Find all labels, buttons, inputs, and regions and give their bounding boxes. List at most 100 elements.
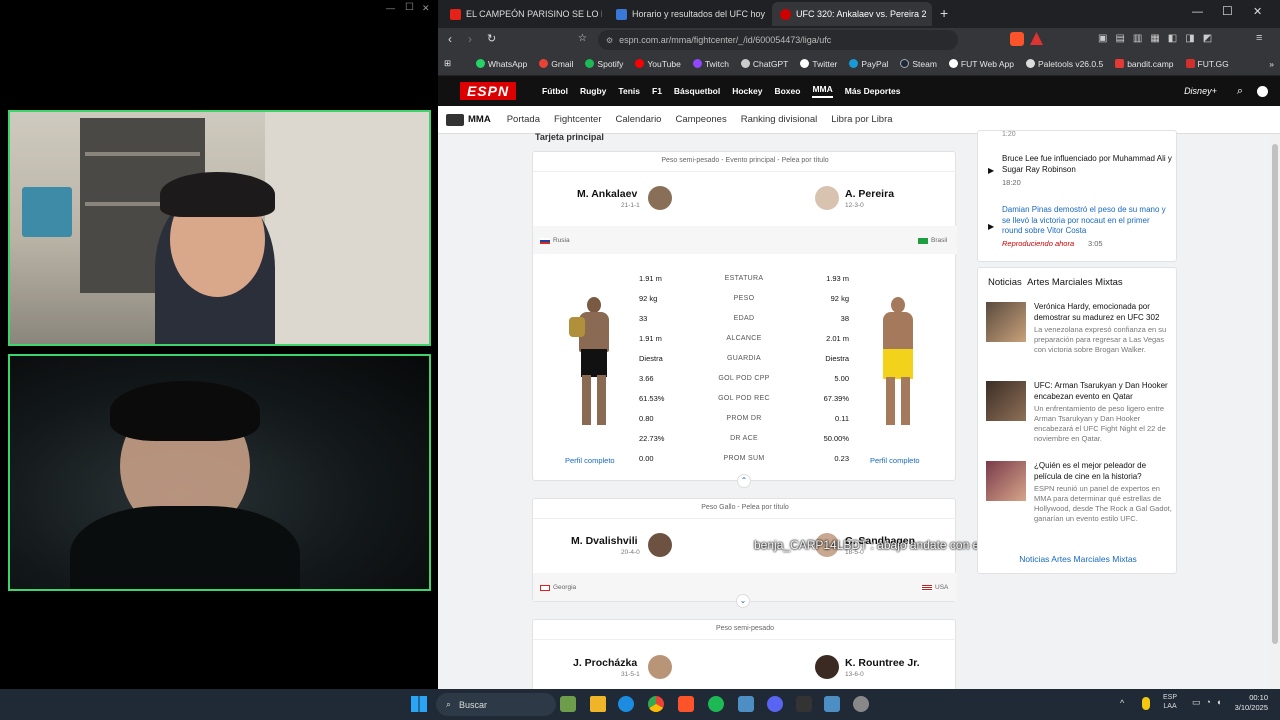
forward-icon[interactable]: ›: [468, 32, 472, 46]
obs-icon[interactable]: [853, 696, 869, 712]
bookmark-spotify[interactable]: Spotify: [579, 59, 629, 69]
fighter-right-avatar[interactable]: [815, 186, 839, 210]
more-news-link[interactable]: Noticias Artes Marciales Mixtas: [978, 554, 1178, 564]
bookmark-paypal[interactable]: PayPal: [843, 59, 894, 69]
close-window-icon[interactable]: ✕: [1253, 5, 1262, 18]
network-sound-battery-icons[interactable]: ▭◔◖: [1192, 697, 1226, 708]
apps-icon[interactable]: ⊞: [438, 58, 470, 69]
subnav-calendario[interactable]: Calendario: [616, 114, 662, 125]
widgets-icon[interactable]: [560, 696, 576, 712]
bookmark-gmail[interactable]: Gmail: [533, 59, 579, 69]
site-info-icon[interactable]: ⚙: [606, 36, 613, 45]
scrollbar[interactable]: [1270, 134, 1280, 689]
play-icon[interactable]: ▶: [988, 222, 994, 231]
bookmark-steam[interactable]: Steam: [894, 59, 943, 69]
news-headline[interactable]: Verónica Hardy, emocionada por demostrar…: [1034, 302, 1174, 323]
spotify-icon[interactable]: [708, 696, 724, 712]
brave-shield-icon[interactable]: [1010, 32, 1024, 46]
nav-f1[interactable]: F1: [652, 86, 662, 96]
fighter-left-name[interactable]: J. Procházka: [573, 657, 637, 669]
espn-logo[interactable]: ESPN: [460, 82, 516, 100]
obs-minimize-icon[interactable]: —: [386, 3, 395, 13]
news-thumbnail[interactable]: [986, 461, 1026, 501]
collapse-icon[interactable]: ⌃: [737, 474, 751, 488]
disney-plus-icon[interactable]: Disney+: [1184, 86, 1217, 96]
microphone-icon[interactable]: [1142, 697, 1150, 710]
nav-mas-deportes[interactable]: Más Deportes: [845, 86, 901, 96]
obs-maximize-icon[interactable]: ☐: [405, 2, 414, 13]
edge-icon[interactable]: [618, 696, 634, 712]
subnav-fightcenter[interactable]: Fightcenter: [554, 114, 602, 125]
reload-icon[interactable]: ↻: [487, 32, 496, 45]
bookmark-futgg[interactable]: FUT.GG: [1180, 59, 1235, 69]
bookmark-twitch[interactable]: Twitch: [687, 59, 735, 69]
fighter-left-name[interactable]: M. Dvalishvili: [571, 535, 638, 547]
extensions-icons[interactable]: ▣▤▥▦◧◨◩: [1098, 33, 1220, 44]
tab-espn-ufc320[interactable]: UFC 320: Ankalaev vs. Pereira 2 ✕: [772, 2, 932, 26]
file-explorer-icon[interactable]: [590, 696, 606, 712]
fighter-left-avatar[interactable]: [648, 186, 672, 210]
brave-icon[interactable]: [678, 696, 694, 712]
right-profile-link[interactable]: Perfil completo: [870, 456, 920, 465]
minimize-icon[interactable]: —: [1192, 6, 1203, 18]
fighter-right-name[interactable]: A. Pereira: [845, 188, 894, 200]
new-tab-button[interactable]: +: [940, 5, 948, 21]
bookmark-paletools[interactable]: Paletools v26.0.5: [1020, 59, 1109, 69]
fighter-left-avatar[interactable]: [648, 655, 672, 679]
play-icon[interactable]: ▶: [988, 166, 994, 175]
bookmark-whatsapp[interactable]: WhatsApp: [470, 59, 533, 69]
fighter-left-avatar[interactable]: [648, 533, 672, 557]
tab-youtube[interactable]: EL CAMPEÓN PARISINO SE LO DIO V: [442, 2, 602, 26]
taskbar-search[interactable]: ⌕ Buscar: [436, 693, 556, 716]
more-bookmarks-icon[interactable]: »: [1263, 59, 1280, 69]
discord-icon[interactable]: [767, 696, 783, 712]
nav-mma[interactable]: MMA: [812, 84, 833, 98]
epic-games-icon[interactable]: [796, 696, 812, 712]
chrome-icon[interactable]: [648, 696, 664, 712]
search-icon[interactable]: ⌕: [1237, 85, 1243, 98]
fighter-left-name[interactable]: M. Ankalaev: [577, 188, 637, 200]
nav-boxeo[interactable]: Boxeo: [774, 86, 800, 96]
nav-hockey[interactable]: Hockey: [732, 86, 762, 96]
nav-futbol[interactable]: Fútbol: [542, 86, 568, 96]
news-thumbnail[interactable]: [986, 381, 1026, 421]
news-thumbnail[interactable]: [986, 302, 1026, 342]
subnav-ranking[interactable]: Ranking divisional: [741, 114, 818, 125]
video-title[interactable]: Bruce Lee fue influenciado por Muhammad …: [1002, 154, 1172, 175]
user-icon[interactable]: [1257, 85, 1268, 97]
subnav-portada[interactable]: Portada: [507, 114, 540, 125]
nav-basquetbol[interactable]: Básquetbol: [674, 86, 720, 96]
nav-tenis[interactable]: Tenis: [618, 86, 640, 96]
windows-start-icon[interactable]: [411, 696, 427, 712]
bookmark-fut-web-app[interactable]: FUT Web App: [943, 59, 1020, 69]
fighter-right-name[interactable]: K. Rountree Jr.: [845, 657, 920, 669]
left-profile-link[interactable]: Perfil completo: [565, 456, 615, 465]
clock[interactable]: 00:10 3/10/2025: [1230, 693, 1268, 713]
obs-close-icon[interactable]: ✕: [422, 3, 430, 14]
maximize-icon[interactable]: ☐: [1222, 4, 1233, 18]
scrollbar-thumb[interactable]: [1272, 144, 1278, 644]
menu-icon[interactable]: ≡: [1256, 32, 1262, 44]
bookmark-youtube[interactable]: YouTube: [629, 59, 686, 69]
news-headline[interactable]: UFC: Arman Tsarukyan y Dan Hooker encabe…: [1034, 381, 1174, 402]
bookmark-icon[interactable]: ☆: [578, 33, 587, 44]
brave-rewards-icon[interactable]: [1030, 32, 1043, 45]
bookmark-chatgpt[interactable]: ChatGPT: [735, 59, 794, 69]
subnav-campeones[interactable]: Campeones: [675, 114, 726, 125]
video-title-playing[interactable]: Damian Pinas demostró el peso de su mano…: [1002, 205, 1172, 237]
steam-icon[interactable]: [738, 696, 754, 712]
tray-chevron-icon[interactable]: ^: [1120, 698, 1124, 708]
fighter-right-avatar[interactable]: [815, 655, 839, 679]
tab-ufc-schedule[interactable]: Horario y resultados del UFC hoy | Sá: [608, 2, 766, 26]
bookmark-bandit[interactable]: bandit.camp: [1109, 59, 1179, 69]
language-indicator[interactable]: ESP LAA: [1163, 693, 1177, 711]
bookmark-twitter[interactable]: Twitter: [794, 59, 843, 69]
news-headline[interactable]: ¿Quién es el mejor peleador de película …: [1034, 461, 1174, 482]
mma-section-title[interactable]: MMA: [468, 114, 491, 125]
steam-icon-2[interactable]: [824, 696, 840, 712]
nav-rugby[interactable]: Rugby: [580, 86, 606, 96]
subnav-libra-por-libra[interactable]: Libra por Libra: [831, 114, 892, 125]
back-icon[interactable]: ‹: [448, 32, 452, 46]
expand-icon[interactable]: ⌄: [736, 594, 750, 608]
address-bar[interactable]: ⚙ espn.com.ar/mma/fightcenter/_/id/60005…: [598, 30, 958, 50]
